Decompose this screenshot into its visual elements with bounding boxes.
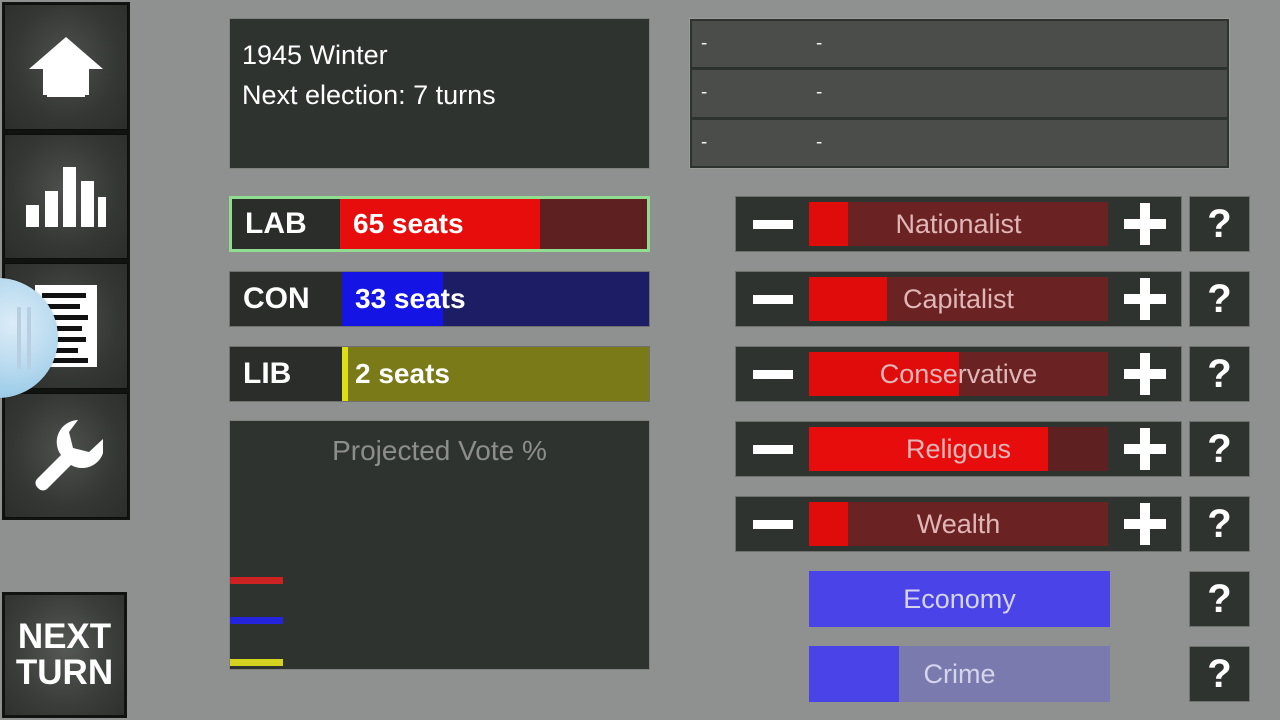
chart-series-con	[230, 617, 283, 625]
policy-row-conservative: Conservative	[735, 346, 1182, 402]
chart-series-lab	[230, 576, 283, 584]
policy-decrease-button[interactable]	[736, 497, 809, 551]
party-seat-count-label: 33 seats	[355, 283, 466, 314]
question-mark-icon: ?	[1207, 351, 1232, 396]
party-seat-bar-track: 33 seats	[342, 272, 649, 326]
policy-slider-track[interactable]: Religous	[809, 427, 1108, 471]
projected-vote-chart: Projected Vote %	[229, 420, 650, 670]
minus-icon	[752, 294, 793, 304]
wrench-icon	[29, 418, 103, 492]
policy-increase-button[interactable]	[1108, 422, 1181, 476]
next-turn-button[interactable]: NEXT TURN	[2, 592, 127, 718]
event-col-b: -	[816, 131, 823, 153]
party-seat-count-label: 65 seats	[353, 208, 464, 239]
chart-series-lib	[230, 659, 283, 667]
event-col-a: -	[701, 131, 708, 153]
house-icon	[27, 35, 105, 99]
party-seat-bar-track: 2 seats	[342, 347, 649, 401]
policy-slider-track[interactable]: Capitalist	[809, 277, 1108, 321]
policy-increase-button[interactable]	[1108, 497, 1181, 551]
policy-slider-track[interactable]: Conservative	[809, 352, 1108, 396]
minus-icon	[752, 444, 793, 454]
policy-increase-button[interactable]	[1108, 272, 1181, 326]
next-election-label: Next election: 7 turns	[242, 80, 496, 110]
event-list-panel: - - - - - -	[689, 18, 1230, 169]
event-row[interactable]: - -	[692, 119, 1227, 166]
minus-icon	[752, 519, 793, 529]
current-date-label: 1945 Winter	[242, 40, 388, 70]
next-turn-label-line2: TURN	[15, 653, 114, 692]
minus-icon	[752, 219, 793, 229]
event-col-b: -	[816, 82, 823, 104]
policy-label: Nationalist	[895, 208, 1022, 239]
event-col-a: -	[701, 82, 708, 104]
policy-label: Wealth	[916, 508, 1001, 539]
policy-increase-button[interactable]	[1108, 347, 1181, 401]
plus-icon	[1123, 428, 1166, 470]
party-seat-bar-fill	[342, 347, 349, 401]
minus-icon	[752, 369, 793, 379]
help-button-nationalist[interactable]: ?	[1189, 196, 1250, 252]
question-mark-icon: ?	[1207, 501, 1232, 546]
stat-row-crime[interactable]: Crime	[809, 646, 1110, 702]
policy-decrease-button[interactable]	[736, 347, 809, 401]
pause-bar-left	[17, 307, 21, 369]
event-col-a: -	[701, 33, 708, 55]
sidebar-item-statistics[interactable]	[4, 133, 128, 259]
help-button-conservative[interactable]: ?	[1189, 346, 1250, 402]
party-seat-row-con[interactable]: CON 33 seats	[229, 271, 650, 327]
plus-icon	[1123, 203, 1166, 245]
event-col-b: -	[816, 33, 823, 55]
policy-decrease-button[interactable]	[736, 422, 809, 476]
stat-label: Crime	[923, 658, 996, 689]
pause-bar-right	[27, 307, 31, 369]
policy-label: Capitalist	[902, 283, 1015, 314]
policy-slider-track[interactable]: Wealth	[809, 502, 1108, 546]
party-seat-count-label: 2 seats	[355, 358, 450, 389]
help-button-crime[interactable]: ?	[1189, 646, 1250, 702]
policy-slider-track[interactable]: Nationalist	[809, 202, 1108, 246]
help-button-wealth[interactable]: ?	[1189, 496, 1250, 552]
policy-decrease-button[interactable]	[736, 197, 809, 251]
policy-increase-button[interactable]	[1108, 197, 1181, 251]
sidebar-item-settings[interactable]	[4, 392, 128, 518]
left-sidebar	[2, 2, 130, 520]
stat-label: Economy	[903, 583, 1016, 614]
question-mark-icon: ?	[1207, 576, 1232, 621]
sidebar-item-home[interactable]	[4, 4, 128, 130]
policy-label: Conservative	[879, 358, 1038, 389]
policy-decrease-button[interactable]	[736, 272, 809, 326]
event-row[interactable]: - -	[692, 21, 1227, 68]
policy-row-capitalist: Capitalist	[735, 271, 1182, 327]
policy-row-wealth: Wealth	[735, 496, 1182, 552]
party-abbr-label: CON	[230, 272, 342, 326]
date-info-panel: 1945 Winter Next election: 7 turns	[229, 18, 650, 169]
help-button-religous[interactable]: ?	[1189, 421, 1250, 477]
stat-row-economy[interactable]: Economy	[809, 571, 1110, 627]
next-turn-label-line1: NEXT	[17, 617, 112, 657]
party-seat-row-lab[interactable]: LAB 65 seats	[229, 196, 650, 252]
party-seat-bar-track: 65 seats	[340, 199, 647, 249]
question-mark-icon: ?	[1207, 651, 1232, 696]
plus-icon	[1123, 278, 1166, 320]
help-button-capitalist[interactable]: ?	[1189, 271, 1250, 327]
party-abbr-label: LAB	[232, 199, 340, 249]
event-row[interactable]: - -	[692, 70, 1227, 117]
help-button-economy[interactable]: ?	[1189, 571, 1250, 627]
policy-row-religous: Religous	[735, 421, 1182, 477]
party-seat-row-lib[interactable]: LIB 2 seats	[229, 346, 650, 402]
chart-plot-area	[230, 421, 649, 669]
party-abbr-label: LIB	[230, 347, 342, 401]
question-mark-icon: ?	[1207, 276, 1232, 321]
plus-icon	[1123, 353, 1166, 395]
bar-chart-icon	[26, 165, 106, 228]
policy-row-nationalist: Nationalist	[735, 196, 1182, 252]
plus-icon	[1123, 503, 1166, 545]
question-mark-icon: ?	[1207, 201, 1232, 246]
question-mark-icon: ?	[1207, 426, 1232, 471]
policy-label: Religous	[905, 433, 1012, 464]
